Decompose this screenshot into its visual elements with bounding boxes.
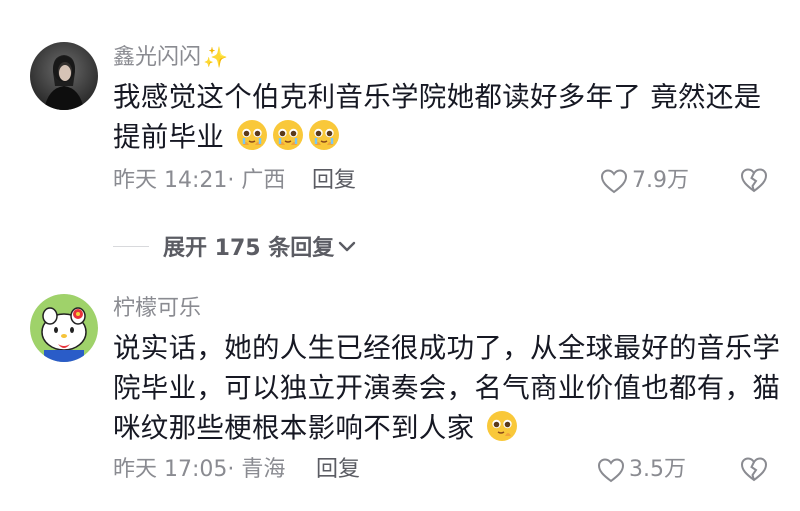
like-count: 7.9万: [632, 168, 689, 193]
expand-replies-button[interactable]: 展开 175 条回复: [113, 230, 358, 262]
chevron-down-icon: [339, 241, 356, 252]
avatar[interactable]: [30, 42, 98, 110]
pleading-face-icon: [487, 411, 518, 441]
like-count: 3.5万: [629, 457, 686, 482]
like-button[interactable]: 3.5万: [597, 457, 686, 483]
username[interactable]: 柠檬可乐: [113, 296, 201, 322]
comment-body: 说实话，她的人生已经很成功了，从全球最好的音乐学院毕业，可以独立开演奏会，名气商…: [113, 332, 781, 444]
comment-meta: 昨天 14:21· 广西: [113, 168, 285, 194]
reply-button[interactable]: 回复: [312, 168, 356, 194]
timestamp: 昨天 17:05: [113, 457, 228, 482]
heart-outline-icon: [600, 169, 628, 194]
sparkles-icon: ✨: [203, 45, 228, 69]
username-text: 鑫光闪闪: [113, 45, 202, 70]
comment-text: 说实话，她的人生已经很成功了，从全球最好的音乐学院毕业，可以独立开演奏会，名气商…: [113, 328, 783, 448]
dislike-button[interactable]: [740, 167, 768, 197]
heart-outline-icon: [597, 458, 625, 483]
pleading-face-icon: [273, 120, 304, 150]
location: · 青海: [227, 457, 286, 482]
like-button[interactable]: 7.9万: [600, 168, 689, 194]
comment-text: 我感觉这个伯克利音乐学院她都读好多年了 竟然还是提前毕业: [113, 77, 783, 157]
comment-meta: 昨天 17:05· 青海: [113, 457, 285, 483]
broken-heart-icon: [740, 457, 768, 482]
divider: [113, 245, 149, 247]
location: · 广西: [227, 168, 286, 193]
broken-heart-icon: [740, 168, 768, 193]
username[interactable]: 鑫光闪闪 ✨: [113, 44, 228, 71]
pleading-face-icon: [237, 120, 268, 150]
dislike-button[interactable]: [740, 456, 768, 486]
comment-body: 我感觉这个伯克利音乐学院她都读好多年了 竟然还是提前毕业: [113, 81, 762, 153]
avatar[interactable]: [30, 294, 98, 362]
pleading-face-icon: [309, 120, 340, 150]
expand-replies-label: 展开 175 条回复: [163, 236, 335, 261]
timestamp: 昨天 14:21: [113, 168, 228, 193]
reply-button[interactable]: 回复: [316, 457, 360, 483]
